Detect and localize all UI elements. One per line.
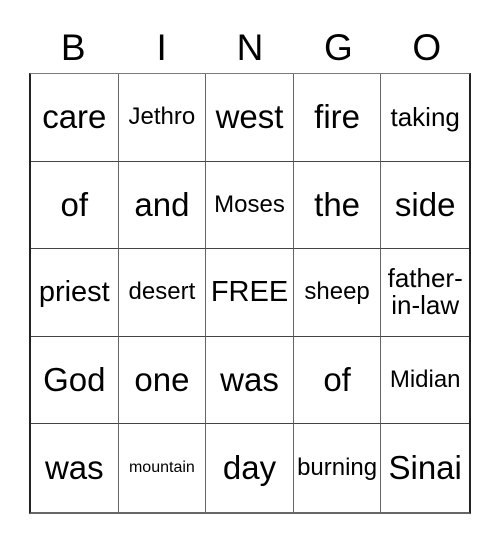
- bingo-cell[interactable]: God: [31, 336, 119, 425]
- bingo-cell[interactable]: care: [31, 74, 119, 162]
- header-letter-b: B: [60, 27, 86, 68]
- header-letter-o: O: [412, 27, 442, 68]
- bingo-cell[interactable]: burning: [294, 424, 382, 512]
- bingo-cell[interactable]: sheep: [293, 249, 382, 337]
- bingo-cell[interactable]: side: [381, 162, 469, 250]
- bingo-cell[interactable]: taking: [381, 74, 469, 162]
- bingo-cell[interactable]: Jethro: [118, 74, 207, 162]
- free-space-cell[interactable]: FREE: [206, 249, 294, 337]
- bingo-cell[interactable]: fire: [293, 74, 382, 162]
- header-letter-n: N: [236, 27, 264, 68]
- bingo-cell[interactable]: Midian: [381, 337, 469, 425]
- bingo-cell[interactable]: and: [118, 161, 207, 250]
- bingo-cell[interactable]: father-in-law: [381, 249, 469, 337]
- bingo-cell[interactable]: priest: [31, 249, 119, 337]
- header-letter-g: G: [324, 27, 353, 68]
- bingo-cell[interactable]: mountain: [119, 424, 207, 512]
- header-letter-i: I: [156, 27, 167, 68]
- bingo-cell[interactable]: west: [206, 74, 294, 162]
- bingo-cell[interactable]: the: [293, 161, 382, 250]
- bingo-cell[interactable]: desert: [118, 249, 207, 337]
- bingo-cell[interactable]: one: [118, 336, 207, 425]
- bingo-cell[interactable]: day: [206, 424, 294, 512]
- bingo-cell[interactable]: of: [31, 161, 119, 250]
- bingo-grid: care Jethro west fire taking of and Mose…: [29, 73, 471, 514]
- bingo-cell[interactable]: of: [293, 336, 382, 425]
- bingo-cell[interactable]: was: [206, 336, 294, 425]
- bingo-cell[interactable]: Sinai: [381, 424, 469, 512]
- bingo-cell[interactable]: was: [31, 424, 119, 512]
- bingo-header: B I N G O: [29, 26, 471, 70]
- bingo-cell[interactable]: Moses: [206, 161, 294, 250]
